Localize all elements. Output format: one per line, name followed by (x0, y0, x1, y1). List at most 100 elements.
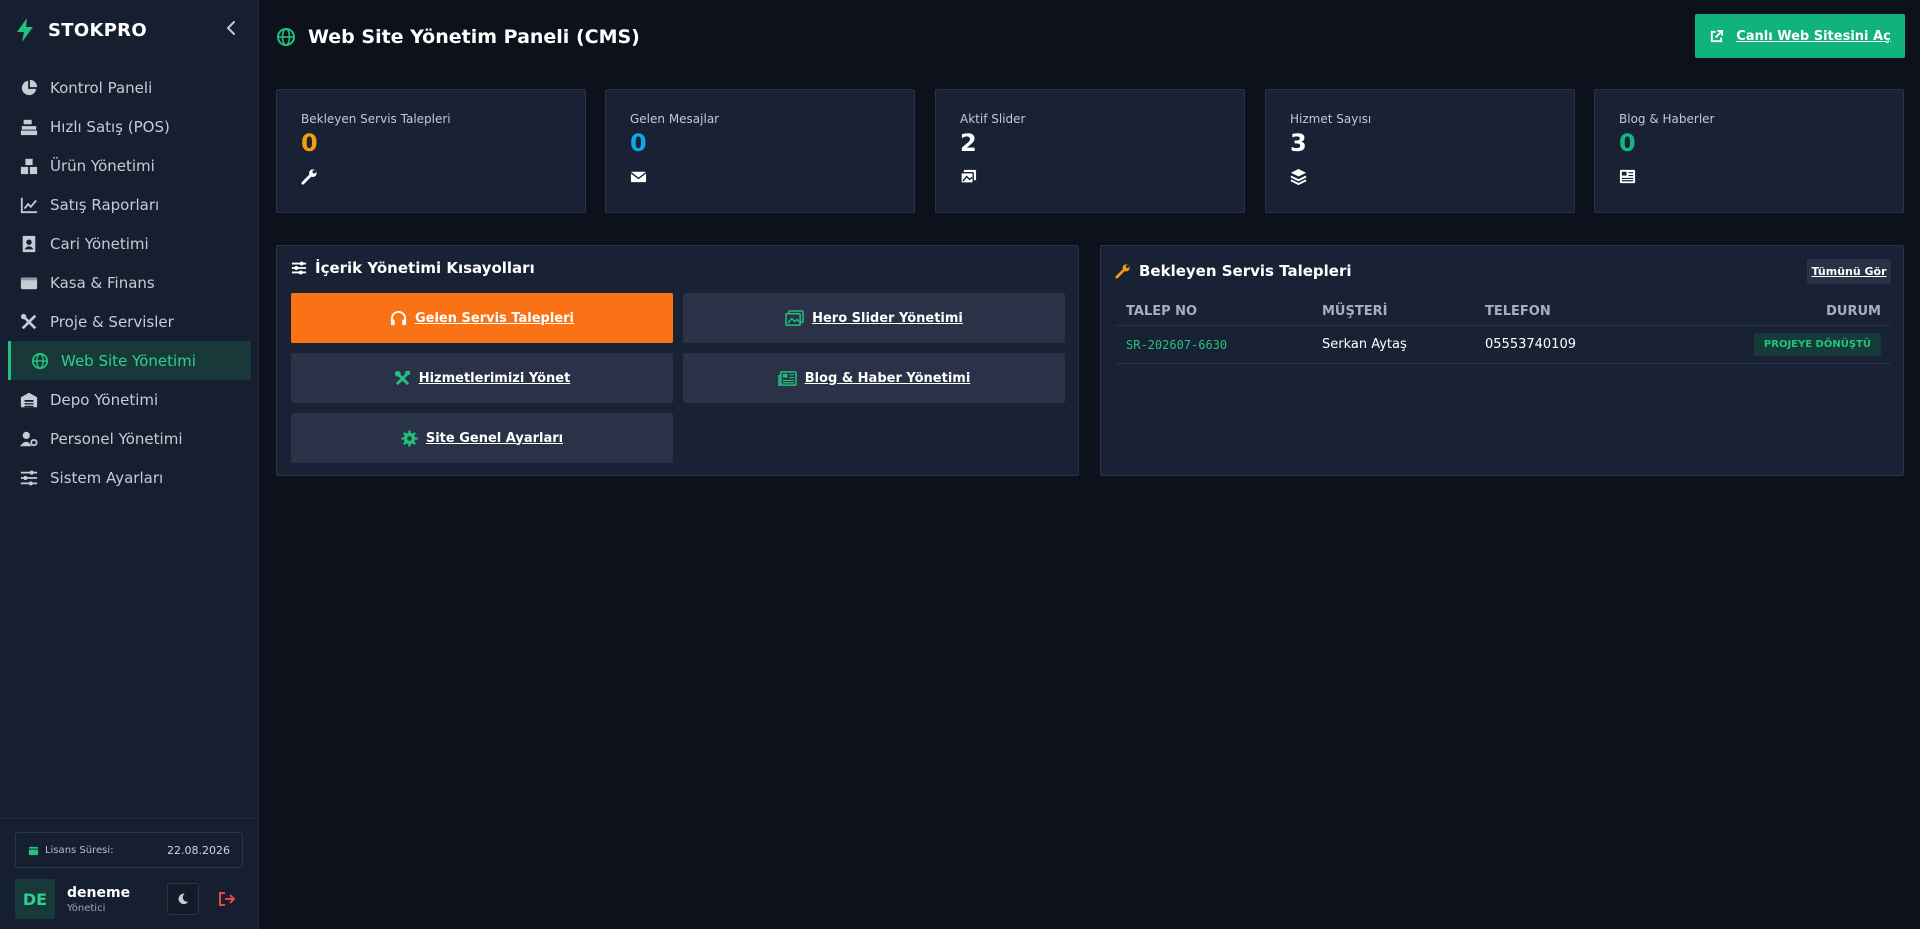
collapse-sidebar-button[interactable] (222, 18, 242, 38)
page-header: Web Site Yönetim Paneli (CMS) (276, 20, 640, 54)
column-header-durum[interactable]: DURUM (1685, 304, 1891, 319)
see-all-button[interactable]: Tümünü Gör (1807, 259, 1891, 284)
sidebar-footer: Lisans Süresi: 22.08.2026 DE deneme Yöne… (0, 818, 259, 919)
shortcut-blog[interactable]: Blog & Haber Yönetimi (683, 353, 1065, 403)
sidebar-item-label: Sistem Ayarları (50, 468, 164, 487)
sidebar-item-label: Depo Yönetimi (50, 390, 159, 409)
sidebar-item-web-site[interactable]: Web Site Yönetimi (8, 341, 251, 380)
license-box: Lisans Süresi: 22.08.2026 (15, 832, 243, 868)
sidebar-item-kasa[interactable]: Kasa & Finans (0, 263, 259, 302)
sidebar-item-urun[interactable]: Ürün Yönetimi (0, 146, 259, 185)
sidebar-item-label: Hızlı Satış (POS) (50, 117, 170, 136)
sidebar-item-cari[interactable]: Cari Yönetimi (0, 224, 259, 263)
tools-icon (394, 370, 410, 385)
stat-value: 3 (1290, 129, 1307, 157)
sidebar-item-label: Kasa & Finans (50, 273, 155, 292)
sidebar-item-label: Web Site Yönetimi (61, 351, 196, 370)
stat-value: 0 (301, 129, 318, 157)
sidebar-nav: Kontrol Paneli Hızlı Satış (POS) Ürün Yö… (0, 68, 259, 497)
sliders-icon (291, 261, 307, 275)
sidebar-item-sistem[interactable]: Sistem Ayarları (0, 458, 259, 497)
shortcut-label: Hizmetlerimizi Yönet (418, 370, 571, 386)
sidebar-item-depo[interactable]: Depo Yönetimi (0, 380, 259, 419)
brand[interactable]: STOKPRO (14, 14, 147, 46)
sidebar-item-label: Ürün Yönetimi (50, 156, 155, 175)
stat-card-messages: Gelen Mesajlar 0 (605, 89, 915, 213)
table-header: TALEP NO MÜŞTERİ TELEFON DURUM (1115, 298, 1891, 326)
shortcut-label: Gelen Servis Talepleri (414, 310, 574, 326)
stat-card-active-slider: Aktif Slider 2 (935, 89, 1245, 213)
shortcut-label: Site Genel Ayarları (425, 430, 564, 446)
customer-name: Serkan Aytaş (1322, 337, 1407, 352)
shortcuts-panel: İçerik Yönetimi Kısayolları Gelen Servis… (276, 245, 1079, 476)
sliders-icon (19, 468, 39, 488)
stat-label: Blog & Haberler (1619, 112, 1715, 126)
shortcut-service-requests[interactable]: Gelen Servis Talepleri (291, 293, 673, 343)
cash-register-icon (19, 117, 39, 137)
column-header-musteri[interactable]: MÜŞTERİ (1322, 304, 1485, 319)
pending-requests-panel: Bekleyen Servis Talepleri Tümünü Gör TAL… (1100, 245, 1904, 476)
images-icon (785, 309, 804, 326)
stat-label: Bekleyen Servis Talepleri (301, 112, 451, 126)
external-link-icon (1711, 29, 1724, 42)
shortcut-services[interactable]: Hizmetlerimizi Yönet (291, 353, 673, 403)
sign-out-icon (219, 892, 236, 906)
shortcut-label: Blog & Haber Yönetimi (804, 370, 971, 386)
stat-card-blog: Blog & Haberler 0 (1594, 89, 1904, 213)
tools-icon (19, 312, 39, 332)
layers-icon (1290, 168, 1550, 186)
warehouse-icon (19, 390, 39, 410)
open-live-site-label: Canlı Web Sitesini Aç (1736, 28, 1891, 44)
shortcut-hero-slider[interactable]: Hero Slider Yönetimi (683, 293, 1065, 343)
license-date: 22.08.2026 (167, 843, 230, 857)
envelope-icon (630, 168, 890, 186)
page-title: Web Site Yönetim Paneli (CMS) (308, 26, 640, 48)
bolt-icon (17, 18, 33, 42)
sidebar-item-label: Satış Raporları (50, 195, 160, 214)
column-header-telefon[interactable]: TELEFON (1485, 304, 1685, 319)
boxes-icon (19, 156, 39, 176)
stat-value: 2 (960, 129, 977, 157)
chart-line-icon (19, 195, 39, 215)
wallet-icon (19, 273, 39, 293)
moon-icon (178, 893, 189, 905)
shortcut-label: Hero Slider Yönetimi (812, 310, 963, 326)
user-name: deneme (67, 884, 131, 901)
sidebar-item-pos[interactable]: Hızlı Satış (POS) (0, 107, 259, 146)
stat-value: 0 (1619, 129, 1636, 157)
requests-table: TALEP NO MÜŞTERİ TELEFON DURUM SR-202607… (1115, 298, 1891, 364)
shortcut-site-settings[interactable]: Site Genel Ayarları (291, 413, 673, 463)
open-live-site-button[interactable]: Canlı Web Sitesini Aç (1695, 14, 1905, 58)
globe-icon (30, 351, 50, 371)
stat-card-service-count: Hizmet Sayısı 3 (1265, 89, 1575, 213)
stats-row: Bekleyen Servis Talepleri 0 Gelen Mesajl… (276, 89, 1904, 213)
chevron-left-icon (226, 21, 235, 35)
sidebar: STOKPRO Kontrol Paneli Hızlı Satış (POS)… (0, 0, 259, 929)
stat-label: Hizmet Sayısı (1290, 112, 1372, 126)
globe-icon (277, 28, 295, 46)
sidebar-item-label: Proje & Servisler (50, 312, 174, 331)
wrench-icon (1115, 264, 1130, 279)
theme-toggle-button[interactable] (167, 883, 199, 915)
request-number[interactable]: SR-202607-6630 (1115, 338, 1322, 352)
user-panel: DE deneme Yönetici (15, 879, 243, 919)
column-header-talep-no[interactable]: TALEP NO (1115, 304, 1322, 319)
shortcuts-title: İçerik Yönetimi Kısayolları (291, 259, 535, 277)
sidebar-item-label: Kontrol Paneli (50, 78, 153, 97)
table-row[interactable]: SR-202607-6630 Serkan Aytaş 05553740109 … (1115, 326, 1891, 364)
user-role: Yönetici (67, 902, 106, 914)
pending-requests-title-label: Bekleyen Servis Talepleri (1139, 262, 1352, 280)
logout-button[interactable] (211, 883, 243, 915)
newspaper-icon (1619, 168, 1879, 186)
address-book-icon (19, 234, 39, 254)
sidebar-item-personel[interactable]: Personel Yönetimi (0, 419, 259, 458)
avatar[interactable]: DE (15, 879, 55, 919)
sidebar-item-satis-raporlari[interactable]: Satış Raporları (0, 185, 259, 224)
calendar-icon (28, 846, 39, 855)
sidebar-item-proje[interactable]: Proje & Servisler (0, 302, 259, 341)
license-label: Lisans Süresi: (45, 844, 114, 856)
sidebar-item-label: Cari Yönetimi (50, 234, 149, 253)
sidebar-item-kontrol-paneli[interactable]: Kontrol Paneli (0, 68, 259, 107)
headset-icon (390, 310, 407, 325)
brand-name: STOKPRO (48, 19, 147, 41)
